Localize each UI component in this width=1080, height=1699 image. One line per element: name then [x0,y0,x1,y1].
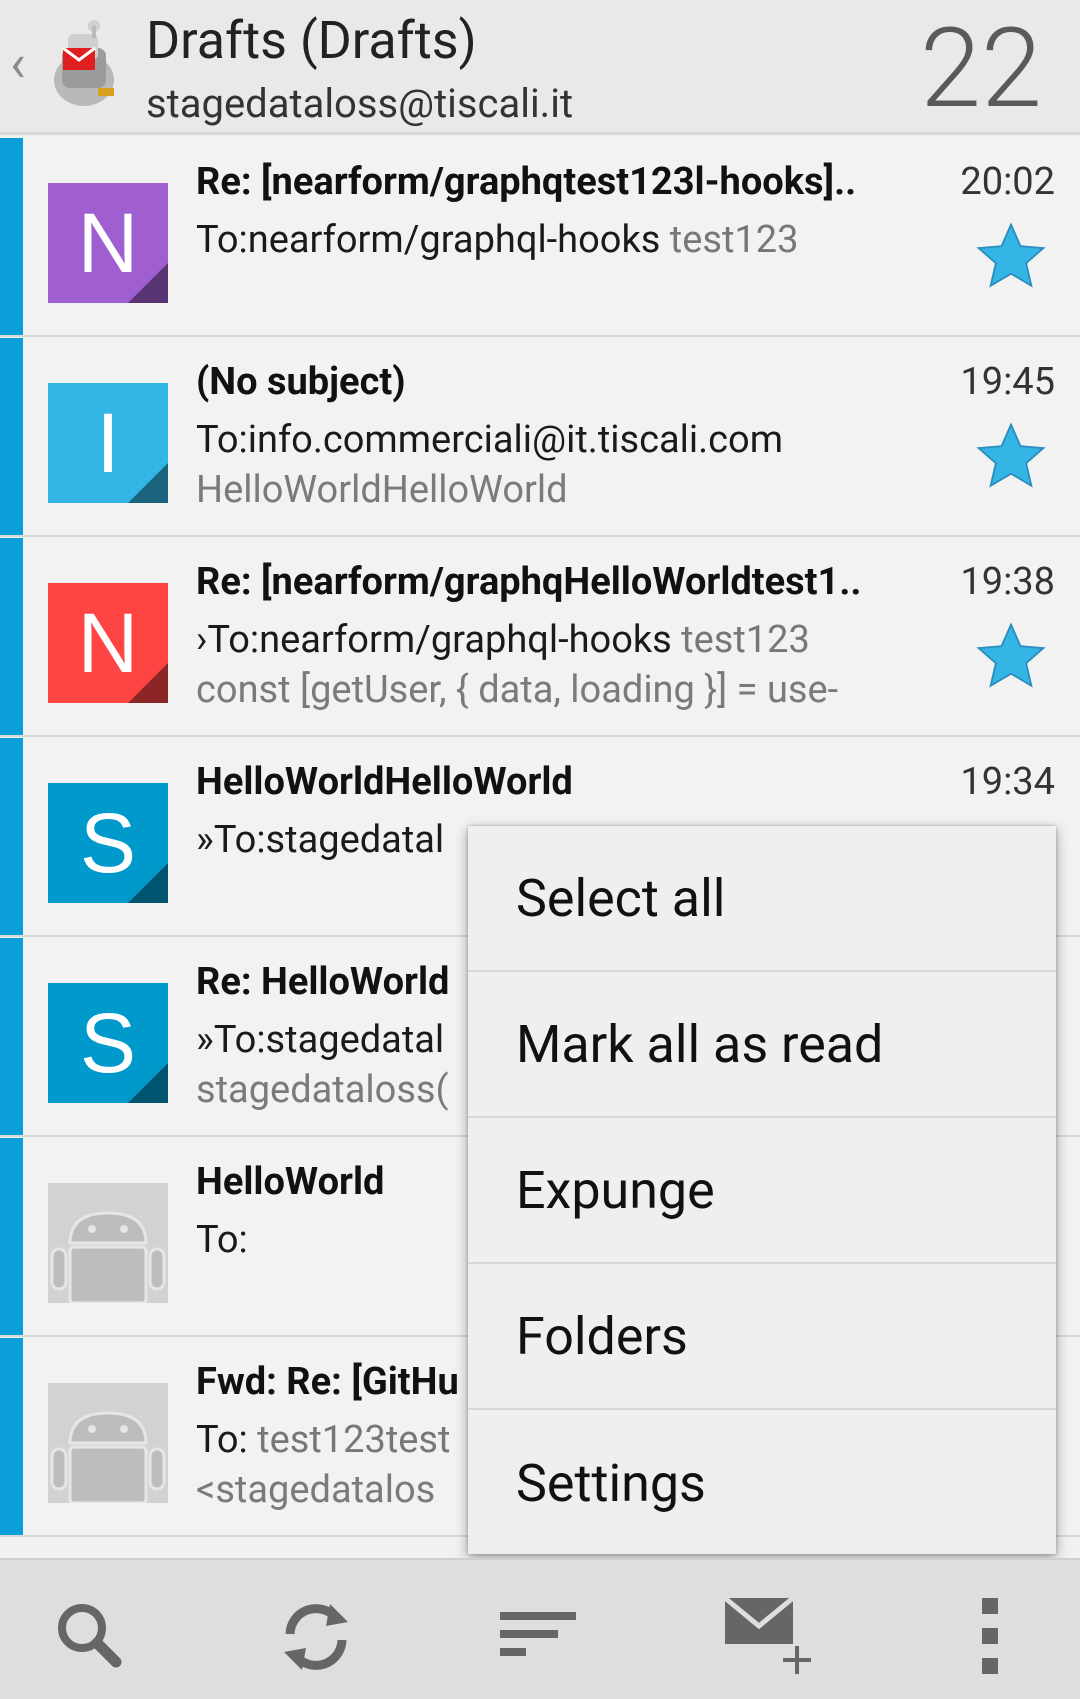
android-avatar-icon[interactable] [48,1183,168,1303]
message-row[interactable]: N Re: [nearform/graphqtest123l-hooks].. … [0,138,1080,337]
preview-inline: test123 [671,618,810,662]
star-icon[interactable] [972,420,1050,494]
avatar[interactable]: N [48,583,168,703]
unread-indicator [0,738,23,935]
menu-item-folders[interactable]: Folders [468,1264,1056,1410]
refresh-icon[interactable] [268,1588,364,1684]
sort-icon[interactable] [492,1588,588,1684]
account-email: stagedataloss@tiscali.it [146,80,574,127]
chevron-left-icon[interactable]: ‹ [10,38,26,90]
recipient-text: To: [196,1418,248,1462]
unread-indicator [0,138,23,335]
app-header: ‹ Drafts (Drafts) stagedataloss@tiscali.… [0,0,1080,135]
avatar-corner [128,1063,168,1103]
message-time: 19:38 [960,560,1055,604]
unread-indicator [0,938,23,1135]
avatar[interactable]: S [48,783,168,903]
message-row[interactable]: N Re: [nearform/graphqHelloWorldtest1.. … [0,538,1080,737]
message-row[interactable]: I (No subject) To:info.commerciali@it.ti… [0,338,1080,537]
avatar-corner [128,463,168,503]
overflow-menu-icon[interactable] [942,1588,1038,1684]
avatar[interactable]: S [48,983,168,1103]
message-subject: Re: [nearform/graphqtest123l-hooks].. [196,160,857,204]
avatar[interactable]: I [48,383,168,503]
unread-indicator [0,1338,23,1535]
star-icon[interactable] [972,220,1050,294]
message-subject: HelloWorldHelloWorld [196,760,573,804]
message-time: 20:02 [960,160,1055,204]
menu-item-settings[interactable]: Settings [468,1410,1056,1556]
recipient-text: To:nearform/graphql-hooks [196,218,661,262]
folder-title: Drafts (Drafts) [146,10,477,71]
recipient-text: ›To:nearform/graphql-hooks [196,618,672,662]
message-recipient: To:info.commerciali@it.tiscali.com [196,418,876,462]
recipient-text: »To:stagedatal [196,1018,445,1062]
message-recipient: To:nearform/graphql-hooks test123 [196,218,876,262]
message-subject: Re: [nearform/graphqHelloWorldtest1.. [196,560,862,604]
compose-icon[interactable] [712,1588,822,1684]
k9-mail-logo-icon[interactable] [48,14,120,112]
star-icon[interactable] [972,620,1050,694]
menu-item-mark-all-read[interactable]: Mark all as read [468,972,1056,1118]
bottom-toolbar [0,1558,1080,1699]
avatar[interactable]: N [48,183,168,303]
search-icon[interactable] [42,1588,138,1684]
message-recipient: ›To:nearform/graphql-hooks test123 [196,618,876,662]
message-subject: (No subject) [196,360,406,404]
message-count: 22 [919,4,1042,133]
preview-inline: test123 [660,218,799,262]
menu-item-select-all[interactable]: Select all [468,826,1056,972]
unread-indicator [0,338,23,535]
message-preview: HelloWorldHelloWorld [196,468,568,512]
preview-inline: test123test [247,1418,451,1462]
message-time: 19:45 [960,360,1055,404]
unread-indicator [0,538,23,735]
avatar-corner [128,863,168,903]
message-preview: const [getUser, { data, loading }] = use… [196,668,839,712]
recipient-text: To: [196,1218,248,1262]
android-avatar-icon[interactable] [48,1383,168,1503]
recipient-text: To:info.commerciali@it.tiscali.com [196,418,784,462]
avatar-corner [128,663,168,703]
recipient-text: »To:stagedatal [196,818,445,862]
avatar-corner [128,263,168,303]
message-time: 19:34 [960,760,1055,804]
menu-item-expunge[interactable]: Expunge [468,1118,1056,1264]
overflow-menu: Select all Mark all as read Expunge Fold… [468,826,1056,1554]
unread-indicator [0,1138,23,1335]
